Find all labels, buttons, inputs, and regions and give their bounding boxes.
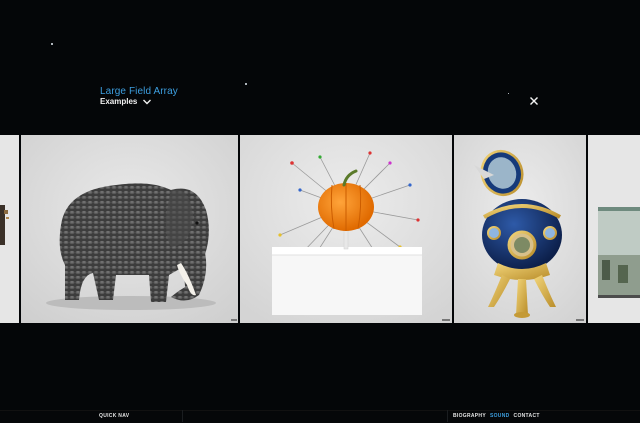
nav-link-sound[interactable]: SOUND — [490, 413, 510, 419]
chevron-down-icon — [143, 99, 152, 104]
artwork-image — [588, 135, 640, 323]
artwork-image — [454, 135, 586, 323]
artwork-image — [0, 135, 19, 323]
nav-link-biography[interactable]: BIOGRAPHY — [453, 413, 486, 419]
gallery-item[interactable] — [454, 135, 586, 323]
star — [245, 83, 247, 85]
gallery-item[interactable] — [240, 135, 452, 323]
star — [51, 43, 53, 45]
gallery-item[interactable] — [0, 135, 19, 323]
footer-nav: BIOGRAPHY SOUND CONTACT — [453, 413, 540, 419]
artwork-image — [21, 135, 238, 323]
nav-link-contact[interactable]: CONTACT — [514, 413, 540, 419]
artwork-gallery[interactable] — [0, 135, 640, 323]
artwork-image — [240, 135, 452, 323]
gallery-item[interactable] — [588, 135, 640, 323]
examples-dropdown[interactable]: Examples — [100, 97, 152, 106]
divider — [182, 410, 183, 422]
star — [508, 93, 509, 94]
close-icon[interactable] — [529, 96, 539, 106]
quick-nav-link[interactable]: QUICK NAV — [99, 413, 129, 419]
footer-bar — [0, 410, 640, 423]
divider — [447, 410, 448, 422]
examples-label: Examples — [100, 97, 138, 106]
gallery-item[interactable] — [21, 135, 238, 323]
page-title: Large Field Array — [100, 86, 178, 97]
